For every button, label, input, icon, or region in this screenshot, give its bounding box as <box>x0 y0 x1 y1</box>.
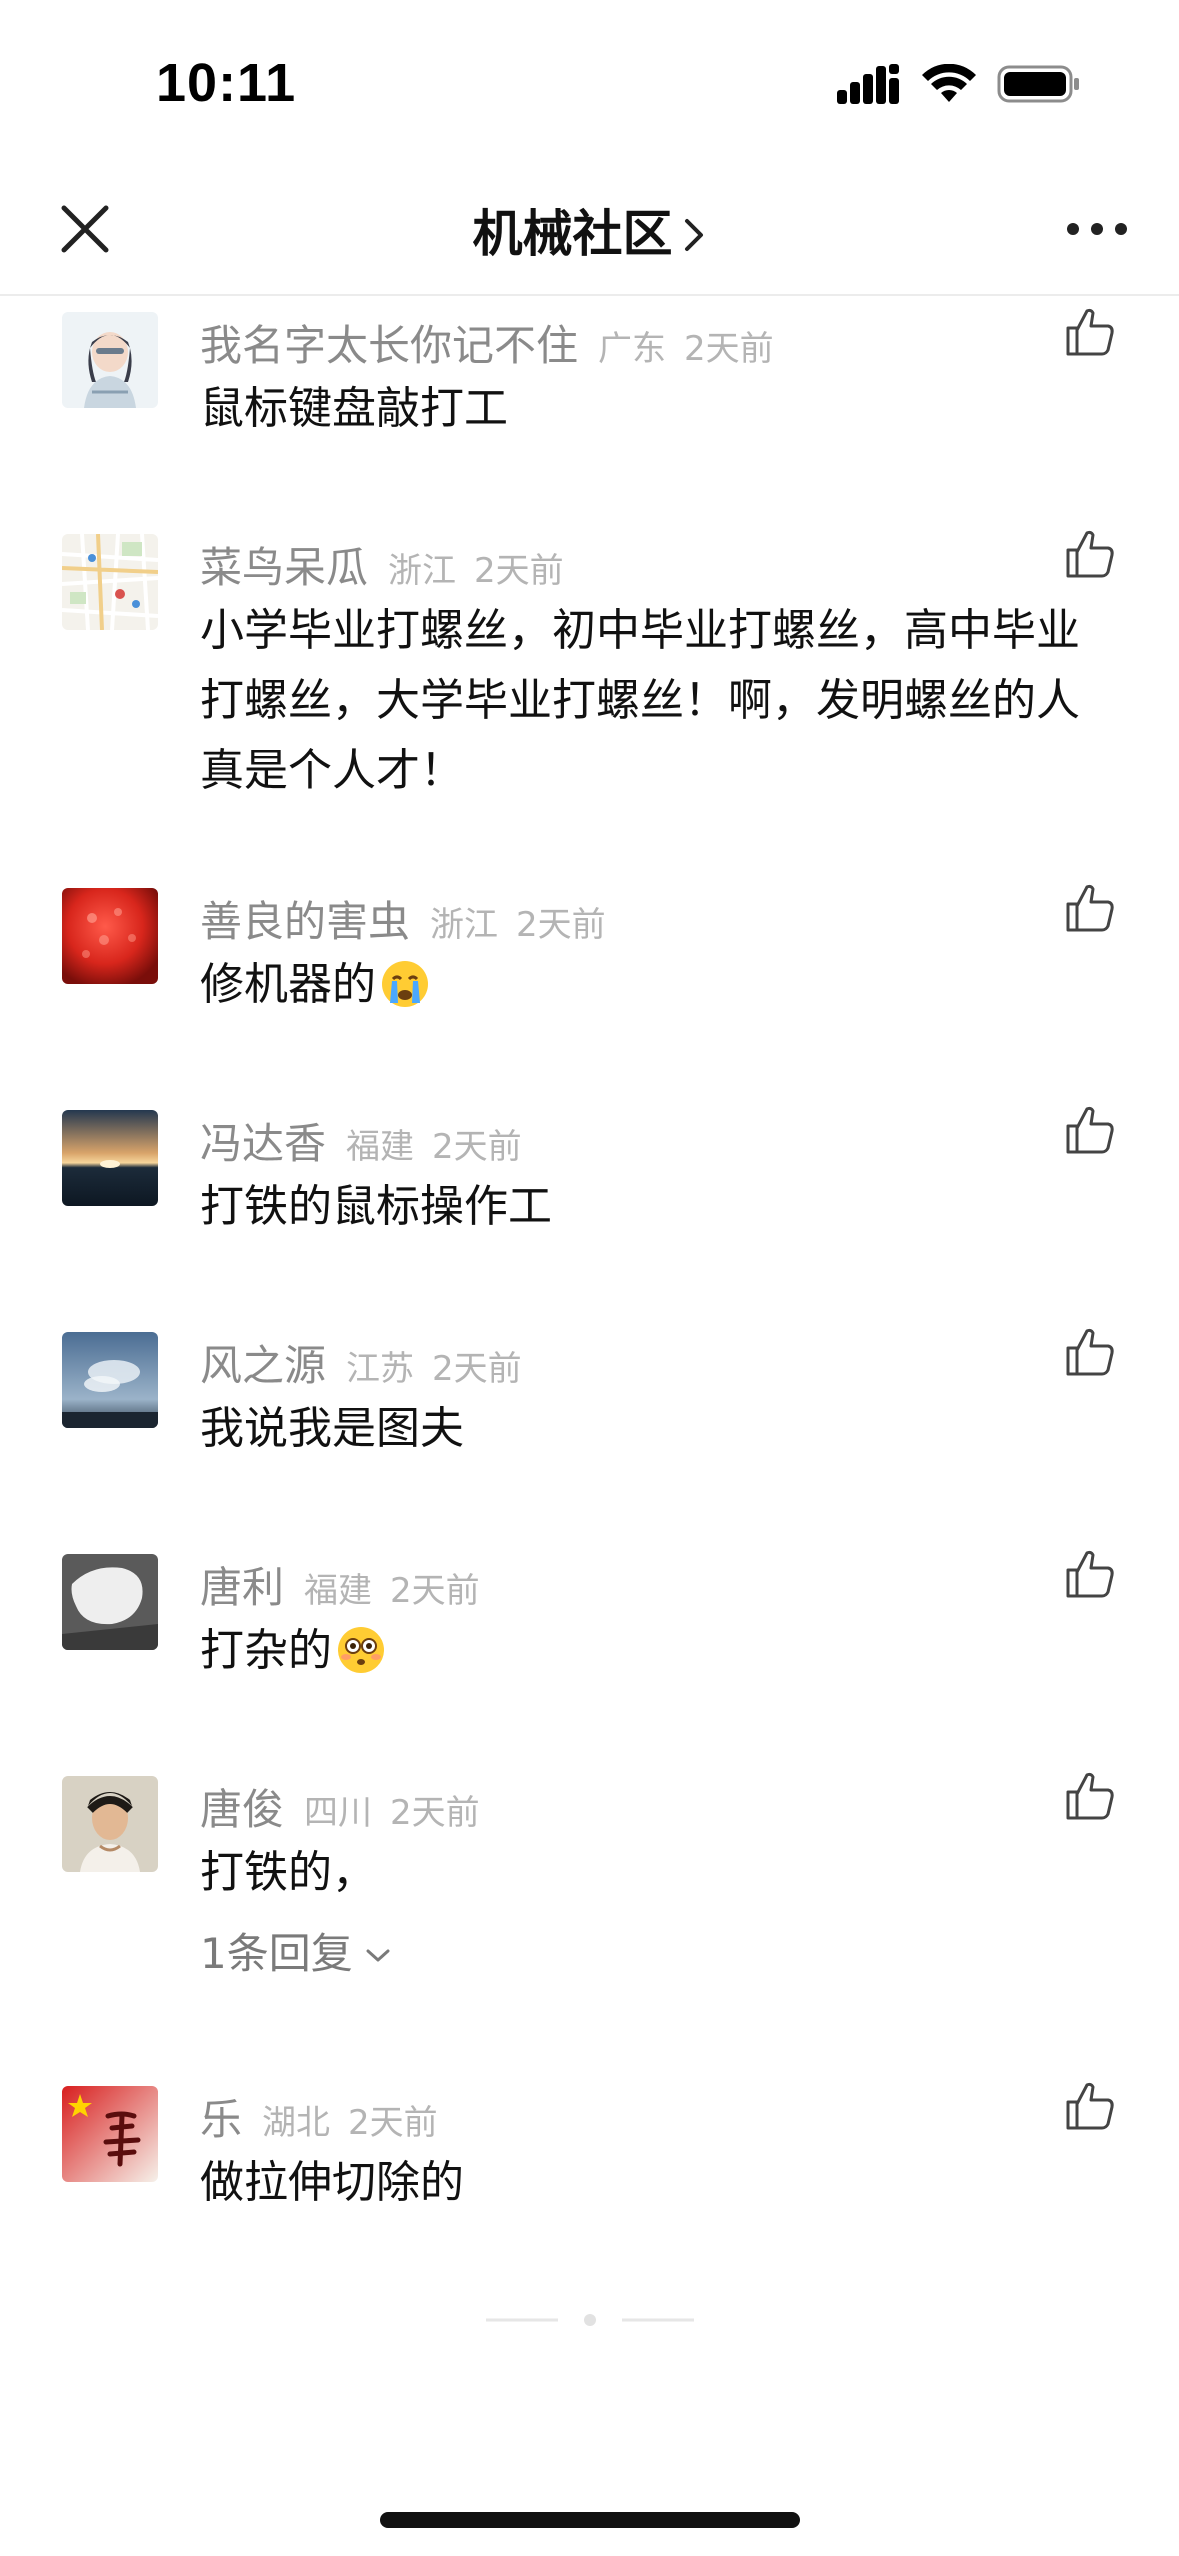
battery-icon <box>997 64 1081 108</box>
comment-time: 2天前 <box>474 551 564 591</box>
comment-text: 打杂的 <box>200 1625 332 1676</box>
thumbs-up-icon[interactable] <box>1064 1326 1116 1378</box>
comment-author[interactable]: 唐利 <box>200 1554 284 1615</box>
avatar[interactable] <box>62 1332 158 1428</box>
avatar[interactable] <box>62 1110 158 1206</box>
comment-header: 菜鸟呆瓜 浙江 2天前 <box>200 534 564 594</box>
thumbs-up-icon[interactable] <box>1064 306 1116 358</box>
comment-time: 2天前 <box>432 1127 522 1167</box>
comment-text[interactable]: 打铁的， <box>200 1838 1120 1908</box>
thumbs-up-icon[interactable] <box>1064 1104 1116 1156</box>
comment-text-row[interactable]: 修机器的 <box>200 950 1120 1020</box>
comment-text[interactable]: 做拉伸切除的 <box>200 2148 1120 2218</box>
comment-time: 2天前 <box>390 1793 480 1833</box>
comment-location: 湖北 <box>262 2103 331 2143</box>
end-of-list-divider <box>486 2312 694 2328</box>
avatar[interactable] <box>62 312 158 408</box>
comment-location: 福建 <box>304 1571 373 1611</box>
comment-location: 浙江 <box>388 551 457 591</box>
comment-location: 四川 <box>304 1793 373 1833</box>
status-bar: 10:11 <box>0 0 1179 160</box>
thumbs-up-icon[interactable] <box>1064 1770 1116 1822</box>
avatar[interactable] <box>62 2086 158 2182</box>
comment-author[interactable]: 善良的害虫 <box>200 888 410 949</box>
cellular-signal-icon <box>837 64 901 108</box>
thumbs-up-icon[interactable] <box>1064 528 1116 580</box>
community-title-link[interactable]: 机械社区 <box>0 194 1179 267</box>
comment-author[interactable]: 唐俊 <box>200 1776 284 1837</box>
wifi-icon <box>921 63 977 108</box>
comment-text[interactable]: 打铁的鼠标操作工 <box>200 1172 1120 1242</box>
comment-header: 我名字太长你记不住 广东 2天前 <box>200 312 774 372</box>
nav-bar: 机械社区 <box>0 160 1179 296</box>
status-time: 10:11 <box>156 53 297 113</box>
comment-time: 2天前 <box>516 905 606 945</box>
reply-count-label: 1条回复 <box>200 1929 353 1978</box>
comment-author[interactable]: 我名字太长你记不住 <box>200 312 578 373</box>
comment-time: 2天前 <box>390 1571 480 1611</box>
status-icons <box>837 63 1081 108</box>
comment-text[interactable]: 鼠标键盘敲打工 <box>200 374 1120 444</box>
chevron-down-icon <box>365 1926 391 1975</box>
avatar[interactable] <box>62 534 158 630</box>
comment-text[interactable]: 我说我是图夫 <box>200 1394 1120 1464</box>
comment-text: 修机器的 <box>200 959 376 1010</box>
comment-header: 风之源 江苏 2天前 <box>200 1332 522 1392</box>
thumbs-up-icon[interactable] <box>1064 2080 1116 2132</box>
comment-author[interactable]: 冯达香 <box>200 1110 326 1171</box>
comment-location: 浙江 <box>430 905 499 945</box>
comment-location: 江苏 <box>346 1349 415 1389</box>
comment-location: 广东 <box>598 329 667 369</box>
more-horizontal-icon[interactable] <box>1065 214 1129 244</box>
comment-header: 冯达香 福建 2天前 <box>200 1110 522 1170</box>
thumbs-up-icon[interactable] <box>1064 882 1116 934</box>
comment-author[interactable]: 乐 <box>200 2086 242 2147</box>
avatar[interactable] <box>62 888 158 984</box>
comment-time: 2天前 <box>348 2103 438 2143</box>
crying-face-emoji <box>380 959 430 1009</box>
view-replies-button[interactable]: 1条回复 <box>200 1920 391 1981</box>
comment-author[interactable]: 菜鸟呆瓜 <box>200 534 368 595</box>
page-title: 机械社区 <box>472 205 673 263</box>
comment-time: 2天前 <box>432 1349 522 1389</box>
chevron-right-icon <box>683 209 707 267</box>
comment-header: 乐 湖北 2天前 <box>200 2086 438 2146</box>
thumbs-up-icon[interactable] <box>1064 1548 1116 1600</box>
comment-header: 善良的害虫 浙江 2天前 <box>200 888 606 948</box>
comment-text-row[interactable]: 打杂的 <box>200 1616 1120 1686</box>
home-indicator[interactable] <box>380 2512 800 2528</box>
avatar[interactable] <box>62 1776 158 1872</box>
avatar[interactable] <box>62 1554 158 1650</box>
comment-header: 唐俊 四川 2天前 <box>200 1776 480 1836</box>
flushed-face-emoji <box>336 1625 386 1675</box>
comment-text[interactable]: 小学毕业打螺丝，初中毕业打螺丝，高中毕业打螺丝，大学毕业打螺丝！啊，发明螺丝的人… <box>200 596 1120 806</box>
comment-header: 唐利 福建 2天前 <box>200 1554 480 1614</box>
comment-location: 福建 <box>346 1127 415 1167</box>
comment-author[interactable]: 风之源 <box>200 1332 326 1393</box>
comment-time: 2天前 <box>684 329 774 369</box>
